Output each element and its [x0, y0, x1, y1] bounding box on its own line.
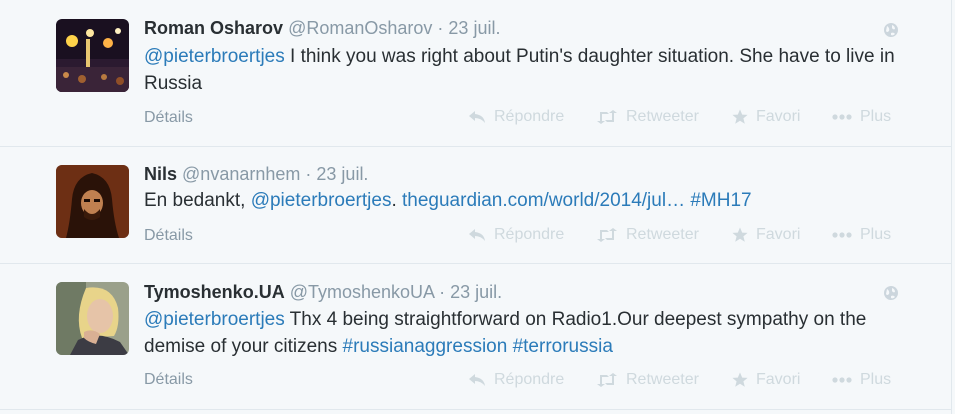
reply-button[interactable]: Répondre [468, 226, 564, 244]
username[interactable]: @RomanOsharov [288, 18, 432, 38]
retweet-icon [596, 110, 618, 124]
tweet-text-segment: . [391, 190, 403, 211]
avatar[interactable] [56, 19, 129, 92]
fullname[interactable]: Nils [144, 164, 177, 184]
retweet-label: Retweeter [626, 226, 699, 243]
tweet-text: @pieterbroertjes I think you was right a… [144, 43, 904, 97]
timestamp[interactable]: 23 juil. [448, 18, 500, 38]
separator: · [305, 164, 312, 184]
tweet-item[interactable]: Roman Osharov @RomanOsharov · 23 juil. @… [0, 0, 952, 147]
more-dots-icon [832, 377, 852, 383]
reply-icon [468, 373, 486, 387]
hashtag-link[interactable]: #MH17 [690, 190, 751, 211]
username[interactable]: @nvanarnhem [182, 164, 300, 184]
reply-icon [468, 110, 486, 124]
fullname[interactable]: Tymoshenko.UA [144, 282, 285, 302]
separator: · [437, 18, 444, 38]
more-button[interactable]: Plus [832, 371, 891, 389]
details-link[interactable]: Détails [144, 227, 193, 245]
tweet-text: @pieterbroertjes Thx 4 being straightfor… [144, 306, 904, 360]
globe-icon [883, 285, 899, 301]
tweet-header: Roman Osharov @RomanOsharov · 23 juil. [144, 17, 500, 39]
favorite-label: Favori [756, 226, 801, 243]
details-link[interactable]: Détails [144, 371, 193, 389]
retweet-icon [596, 373, 618, 387]
more-label: Plus [860, 371, 892, 388]
more-dots-icon [832, 114, 852, 120]
retweet-button[interactable]: Retweeter [596, 371, 699, 389]
reply-label: Répondre [494, 371, 565, 388]
star-icon [732, 109, 748, 125]
tweet-item[interactable]: Tymoshenko.UA @TymoshenkoUA · 23 juil. @… [0, 264, 952, 410]
reply-label: Répondre [494, 108, 565, 125]
timestamp[interactable]: 23 juil. [316, 164, 368, 184]
retweet-label: Retweeter [626, 371, 699, 388]
username[interactable]: @TymoshenkoUA [290, 282, 434, 302]
avatar[interactable] [56, 165, 129, 238]
favorite-button[interactable]: Favori [732, 108, 800, 126]
mention-link[interactable]: @pieterbroertjes [144, 46, 285, 67]
reply-icon [468, 228, 486, 242]
mention-link[interactable]: @pieterbroertjes [251, 190, 392, 211]
url-link[interactable]: theguardian.com/world/2014/jul… [402, 190, 685, 211]
mention-link[interactable]: @pieterbroertjes [144, 309, 285, 330]
retweet-icon [596, 228, 618, 242]
star-icon [732, 227, 748, 243]
retweet-button[interactable]: Retweeter [596, 108, 699, 126]
retweet-label: Retweeter [626, 108, 699, 125]
more-button[interactable]: Plus [832, 226, 891, 244]
separator: · [439, 282, 446, 302]
reply-button[interactable]: Répondre [468, 371, 564, 389]
favorite-button[interactable]: Favori [732, 371, 800, 389]
hashtag-link[interactable]: #russianaggression [343, 336, 508, 357]
tweet-header: Nils @nvanarnhem · 23 juil. [144, 163, 368, 185]
retweet-button[interactable]: Retweeter [596, 226, 699, 244]
hashtag-link[interactable]: #terrorussia [513, 336, 613, 357]
favorite-label: Favori [756, 371, 801, 388]
tweet-stream: Roman Osharov @RomanOsharov · 23 juil. @… [0, 0, 952, 414]
star-icon [732, 372, 748, 388]
tweet-text: En bedankt, @pieterbroertjes. theguardia… [144, 187, 904, 214]
favorite-button[interactable]: Favori [732, 226, 800, 244]
globe-icon [883, 22, 899, 38]
avatar[interactable] [56, 282, 129, 355]
reply-button[interactable]: Répondre [468, 108, 564, 126]
favorite-label: Favori [756, 108, 801, 125]
fullname[interactable]: Roman Osharov [144, 18, 283, 38]
timestamp[interactable]: 23 juil. [450, 282, 502, 302]
reply-label: Répondre [494, 226, 565, 243]
details-link[interactable]: Détails [144, 109, 193, 127]
tweet-header: Tymoshenko.UA @TymoshenkoUA · 23 juil. [144, 281, 502, 303]
more-label: Plus [860, 226, 892, 243]
tweet-text-segment: En bedankt, [144, 190, 251, 211]
tweet-item[interactable]: Nils @nvanarnhem · 23 juil. En bedankt, … [0, 147, 952, 264]
more-button[interactable]: Plus [832, 108, 891, 126]
more-label: Plus [860, 108, 892, 125]
more-dots-icon [832, 232, 852, 238]
